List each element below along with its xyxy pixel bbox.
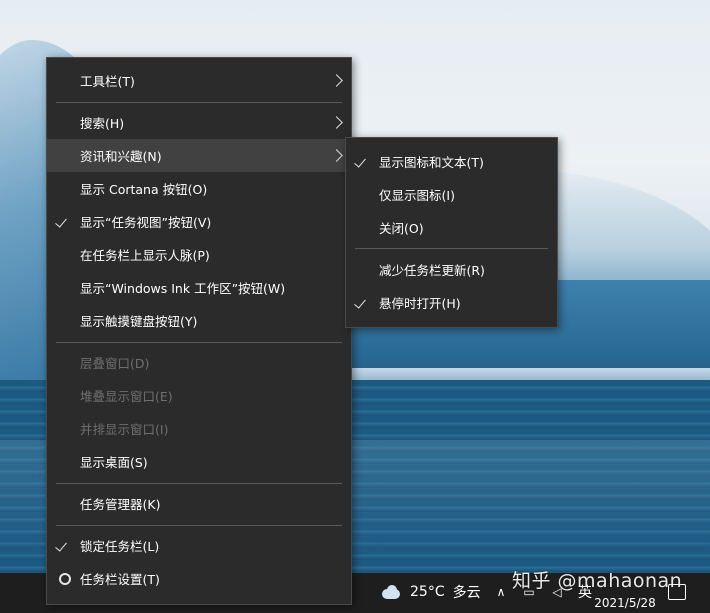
menu-separator bbox=[56, 102, 342, 103]
weather-widget[interactable]: 25°C 多云 bbox=[380, 582, 481, 602]
menu-item-label: 搜索(H) bbox=[80, 116, 125, 131]
chevron-up-icon[interactable]: ∧ bbox=[494, 585, 508, 599]
checkmark-icon bbox=[354, 155, 366, 168]
menu-item-cascade: 层叠窗口(D) bbox=[47, 346, 351, 379]
menu-item-label: 任务栏设置(T) bbox=[80, 572, 160, 587]
menu-item-label: 仅显示图标(I) bbox=[379, 188, 455, 203]
menu-item-show-desktop[interactable]: 显示桌面(S) bbox=[47, 445, 351, 478]
menu-item-label: 关闭(O) bbox=[379, 221, 424, 236]
chevron-right-icon bbox=[330, 116, 343, 129]
menu-item-news-and-interests[interactable]: 资讯和兴趣(N) bbox=[47, 139, 351, 172]
menu-item-label: 资讯和兴趣(N) bbox=[80, 149, 162, 164]
menu-item-label: 显示桌面(S) bbox=[80, 455, 148, 470]
gear-icon bbox=[59, 572, 71, 585]
menu-item-label: 工具栏(T) bbox=[80, 74, 135, 89]
submenu-item-open-on-hover[interactable]: 悬停时打开(H) bbox=[346, 286, 557, 319]
menu-item-side-by-side: 并排显示窗口(I) bbox=[47, 412, 351, 445]
menu-item-people[interactable]: 在任务栏上显示人脉(P) bbox=[47, 238, 351, 271]
menu-item-taskbar-settings[interactable]: 任务栏设置(T) bbox=[47, 562, 351, 595]
menu-item-label: 层叠窗口(D) bbox=[80, 356, 150, 371]
submenu-item-show-icon-only[interactable]: 仅显示图标(I) bbox=[346, 178, 557, 211]
taskbar-context-menu: 工具栏(T) 搜索(H) 资讯和兴趣(N) 显示 Cortana 按钮(O) 显… bbox=[46, 57, 352, 605]
menu-item-label: 锁定任务栏(L) bbox=[80, 539, 160, 554]
checkmark-icon bbox=[55, 539, 67, 552]
chevron-right-icon bbox=[330, 149, 343, 162]
menu-separator bbox=[56, 342, 342, 343]
checkmark-icon bbox=[55, 215, 67, 228]
weather-description: 多云 bbox=[452, 585, 481, 601]
menu-item-show-cortana[interactable]: 显示 Cortana 按钮(O) bbox=[47, 172, 351, 205]
checkmark-icon bbox=[354, 296, 366, 309]
menu-item-touch-keyboard[interactable]: 显示触摸键盘按钮(Y) bbox=[47, 304, 351, 337]
menu-item-label: 减少任务栏更新(R) bbox=[379, 263, 485, 278]
chevron-right-icon bbox=[330, 74, 343, 87]
menu-item-label: 显示图标和文本(T) bbox=[379, 155, 484, 170]
watermark: 知乎 @mahaonan bbox=[512, 570, 683, 592]
menu-item-label: 显示 Cortana 按钮(O) bbox=[80, 182, 208, 197]
weather-temperature: 25°C bbox=[410, 584, 445, 600]
submenu-item-reduce-updates[interactable]: 减少任务栏更新(R) bbox=[346, 253, 557, 286]
menu-item-label: 在任务栏上显示人脉(P) bbox=[80, 248, 210, 263]
menu-item-task-view[interactable]: 显示“任务视图”按钮(V) bbox=[47, 205, 351, 238]
menu-item-task-manager[interactable]: 任务管理器(K) bbox=[47, 487, 351, 520]
menu-item-label: 显示“Windows Ink 工作区”按钮(W) bbox=[80, 281, 286, 296]
menu-item-label: 显示“任务视图”按钮(V) bbox=[80, 215, 212, 230]
menu-item-label: 任务管理器(K) bbox=[80, 497, 161, 512]
menu-item-lock-taskbar[interactable]: 锁定任务栏(L) bbox=[47, 529, 351, 562]
menu-item-label: 悬停时打开(H) bbox=[379, 296, 461, 311]
submenu-item-turn-off[interactable]: 关闭(O) bbox=[346, 211, 557, 244]
menu-item-toolbars[interactable]: 工具栏(T) bbox=[47, 64, 351, 97]
menu-separator bbox=[56, 483, 342, 484]
clock-date: 2021/5/28 bbox=[594, 596, 656, 610]
menu-separator bbox=[56, 525, 342, 526]
menu-separator bbox=[355, 248, 548, 249]
menu-item-label: 并排显示窗口(I) bbox=[80, 422, 169, 437]
submenu-item-show-icon-and-text[interactable]: 显示图标和文本(T) bbox=[346, 145, 557, 178]
menu-item-label: 堆叠显示窗口(E) bbox=[80, 389, 173, 404]
menu-item-stacked: 堆叠显示窗口(E) bbox=[47, 379, 351, 412]
news-and-interests-submenu: 显示图标和文本(T) 仅显示图标(I) 关闭(O) 减少任务栏更新(R) 悬停时… bbox=[345, 137, 558, 328]
cloud-icon bbox=[380, 585, 402, 599]
menu-item-search[interactable]: 搜索(H) bbox=[47, 106, 351, 139]
menu-item-windows-ink[interactable]: 显示“Windows Ink 工作区”按钮(W) bbox=[47, 271, 351, 304]
menu-item-label: 显示触摸键盘按钮(Y) bbox=[80, 314, 198, 329]
